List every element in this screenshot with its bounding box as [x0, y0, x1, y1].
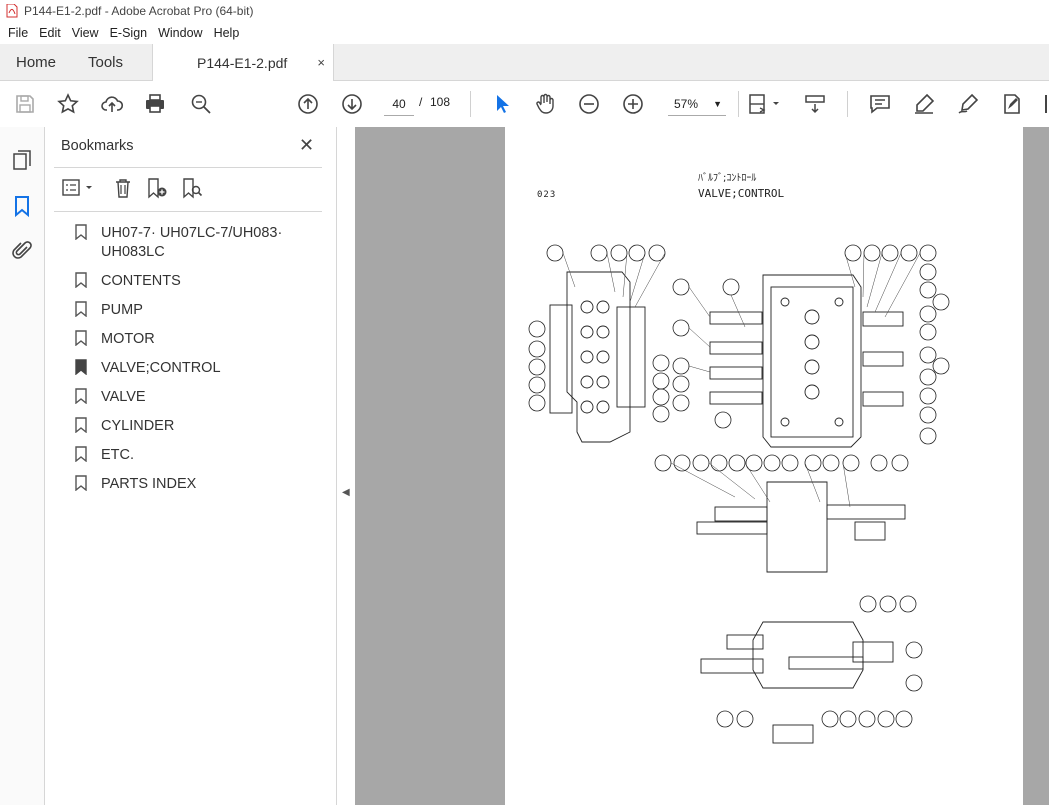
bookmark-item[interactable]: PUMP [75, 301, 330, 320]
menu-view[interactable]: View [72, 26, 99, 40]
attachments-icon[interactable] [10, 239, 34, 263]
tab-bar: Home Tools P144-E1-2.pdf × [0, 44, 1049, 81]
bookmark-label: MOTOR [101, 331, 155, 347]
bookmark-icon [75, 446, 87, 462]
page-down-icon[interactable] [340, 92, 364, 116]
bookmark-item[interactable]: MOTOR [75, 330, 330, 349]
tab-home[interactable]: Home [16, 44, 56, 80]
valve-control-drawing [528, 244, 950, 744]
document-viewer[interactable]: ﾊﾞﾙﾌﾞ;ｺﾝﾄﾛｰﾙ VALVE;CONTROL 023 [355, 127, 1049, 805]
divider [54, 211, 322, 212]
tab-home-label: Home [16, 53, 57, 71]
main-toolbar: 40 / 108 57% ▼ [0, 81, 1049, 128]
zoom-out-icon[interactable] [577, 92, 601, 116]
bookmark-label: CYLINDER [101, 418, 175, 434]
select-cursor-icon[interactable] [490, 92, 514, 116]
zoom-value: 57% [674, 97, 699, 111]
tab-document[interactable]: P144-E1-2.pdf × [152, 44, 334, 81]
upload-icon[interactable] [100, 92, 124, 116]
bookmark-icon [75, 359, 87, 375]
bookmark-icon [75, 388, 87, 404]
menu-edit[interactable]: Edit [39, 26, 61, 40]
bookmark-label: CONTENTS [101, 273, 181, 289]
highlight-icon[interactable] [912, 92, 936, 116]
menu-bar: File Edit View E-Sign Window Help [0, 22, 1049, 44]
menu-esign[interactable]: E-Sign [110, 26, 148, 40]
toolbar-divider [738, 91, 739, 117]
pdf-file-icon [6, 4, 18, 18]
zoom-search-icon[interactable] [189, 92, 213, 116]
zoom-in-icon[interactable] [621, 92, 645, 116]
chevron-left-icon[interactable]: ◀ [342, 487, 350, 498]
comment-icon[interactable] [868, 92, 892, 116]
close-icon[interactable]: ✕ [299, 135, 314, 156]
page-number-input[interactable]: 40 [384, 93, 414, 116]
bookmark-icon [75, 417, 87, 433]
menu-file[interactable]: File [8, 26, 28, 40]
bookmark-icon [75, 475, 87, 491]
bookmark-label: ETC. [101, 447, 135, 463]
tab-close-button[interactable]: × [317, 55, 325, 70]
title-bar: P144-E1-2.pdf - Adobe Acrobat Pro (64-bi… [0, 0, 1049, 22]
bookmark-item[interactable]: PARTS INDEX [75, 475, 330, 494]
bookmark-label: PARTS INDEX [101, 476, 197, 492]
star-icon[interactable] [56, 92, 80, 116]
bookmark-label: VALVE;CONTROL [101, 360, 221, 376]
hand-icon[interactable] [533, 92, 557, 116]
bookmark-item[interactable]: VALVE [75, 388, 330, 407]
print-icon[interactable] [143, 92, 167, 116]
bookmarks-title: Bookmarks [61, 138, 134, 154]
tab-tools-label: Tools [88, 53, 124, 71]
menu-help[interactable]: Help [214, 26, 240, 40]
bookmark-item[interactable]: ETC. [75, 446, 330, 465]
bookmark-panel-icon[interactable] [10, 194, 34, 218]
toolbar-divider [847, 91, 848, 117]
scroll-mode-icon[interactable] [803, 92, 827, 116]
more-tools-icon[interactable] [1040, 92, 1049, 116]
pdf-page: ﾊﾞﾙﾌﾞ;ｺﾝﾄﾛｰﾙ VALVE;CONTROL 023 [505, 127, 1023, 805]
toolbar-divider [470, 91, 471, 117]
divider [54, 167, 322, 168]
page-total: 108 [430, 95, 451, 109]
bookmark-icon [75, 301, 87, 317]
menu-window[interactable]: Window [158, 26, 202, 40]
bookmark-label: PUMP [101, 302, 143, 318]
zoom-select[interactable]: 57% ▼ [668, 93, 726, 116]
bookmark-item[interactable]: CONTENTS [75, 272, 330, 291]
sign-icon[interactable] [956, 92, 980, 116]
edit-pdf-icon[interactable] [1000, 92, 1024, 116]
bookmark-item[interactable]: VALVE;CONTROL [75, 359, 330, 378]
find-bookmark-icon[interactable] [181, 177, 203, 199]
bookmark-label: UH07-7· UH07LC-7/UH083· UH083LC [101, 225, 283, 260]
page-layout-icon[interactable] [748, 92, 782, 116]
tab-tools[interactable]: Tools [88, 44, 123, 80]
bookmark-icon [75, 330, 87, 346]
bookmark-list: UH07-7· UH07LC-7/UH083· UH083LC CONTENTS… [75, 224, 330, 504]
page-separator: / [419, 95, 423, 109]
page-up-icon[interactable] [296, 92, 320, 116]
panel-collapse-strip[interactable]: ◀ [337, 127, 355, 805]
bookmark-icon [75, 224, 87, 240]
bookmark-item[interactable]: UH07-7· UH07LC-7/UH083· UH083LC [75, 224, 330, 262]
bookmark-options-icon[interactable] [61, 177, 95, 199]
new-bookmark-icon[interactable] [146, 177, 168, 199]
bookmarks-panel: Bookmarks ✕ UH07-7· UH07LC-7/UH083· UH08… [45, 127, 337, 805]
page-thumbnails-icon[interactable] [10, 148, 34, 172]
bookmark-icon [75, 272, 87, 288]
tab-document-label: P144-E1-2.pdf [197, 54, 288, 71]
chevron-down-icon: ▼ [713, 99, 722, 109]
bookmark-item[interactable]: CYLINDER [75, 417, 330, 436]
delete-icon[interactable] [112, 177, 134, 199]
bookmark-label: VALVE [101, 389, 146, 405]
left-rail [0, 127, 45, 805]
save-icon[interactable] [13, 92, 37, 116]
window-title: P144-E1-2.pdf - Adobe Acrobat Pro (64-bi… [24, 4, 254, 18]
